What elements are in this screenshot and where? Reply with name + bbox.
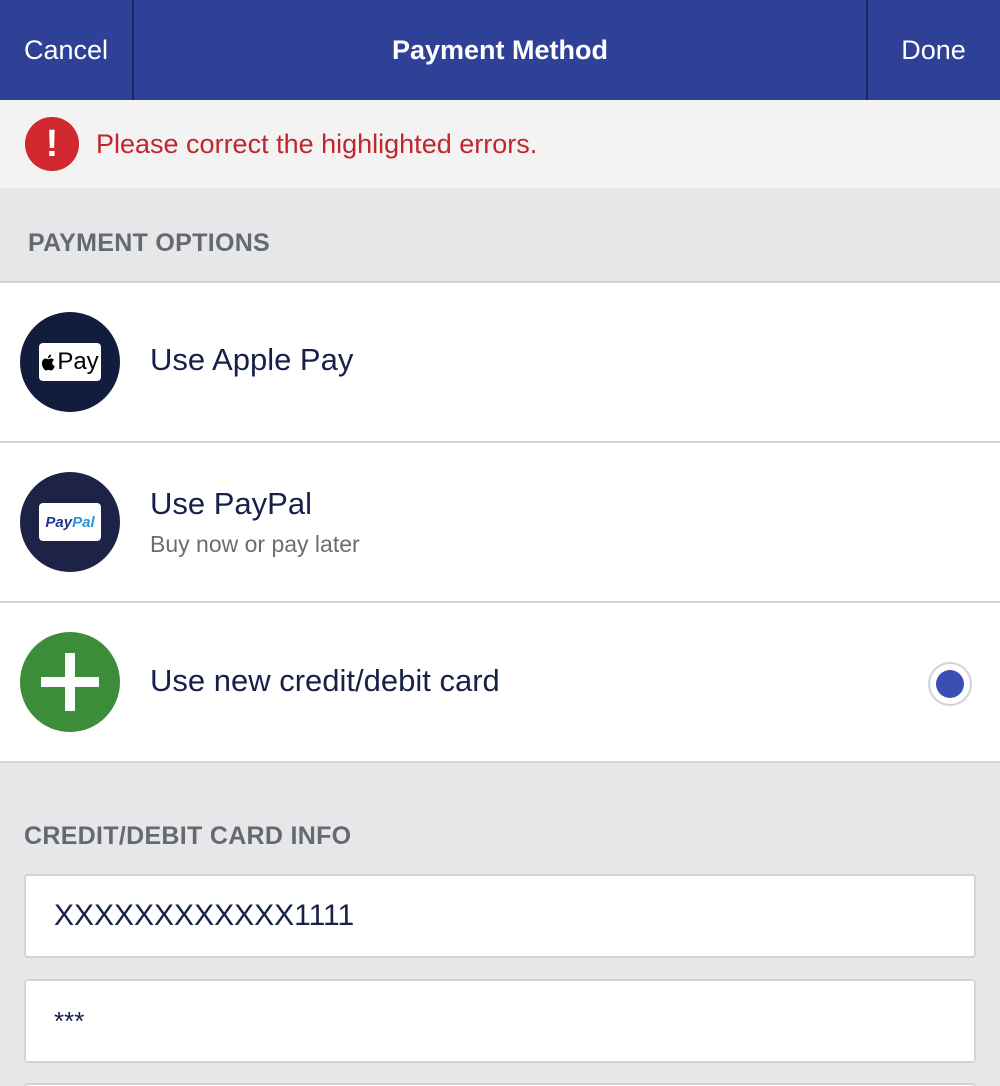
option-title: Use Apple Pay <box>150 342 354 377</box>
payment-options-list: Pay Use Apple Pay Pay Pal Use PayPal Buy … <box>0 281 1000 763</box>
payment-options-heading: PAYMENT OPTIONS <box>28 229 271 257</box>
apple-logo-icon <box>42 354 56 370</box>
card-info-heading: CREDIT/DEBIT CARD INFO <box>24 822 352 850</box>
plus-glyph <box>41 653 99 711</box>
error-message: Please correct the highlighted errors. <box>96 129 538 159</box>
error-icon: ! <box>25 117 79 171</box>
option-subtitle: Buy now or pay later <box>150 531 360 557</box>
plus-icon <box>20 632 120 732</box>
cvv-field[interactable] <box>24 979 976 1063</box>
apple-pay-icon: Pay <box>20 312 120 412</box>
paypal-badge: Pay Pal <box>39 503 101 541</box>
option-new-card[interactable]: Use new credit/debit card <box>0 603 1000 763</box>
option-title: Use new credit/debit card <box>150 663 500 698</box>
apple-pay-badge-text: Pay <box>57 348 99 375</box>
error-banner: ! Please correct the highlighted errors. <box>0 100 1000 188</box>
option-apple-pay[interactable]: Pay Use Apple Pay <box>0 283 1000 443</box>
card-number-field[interactable] <box>24 874 976 958</box>
radio-dot <box>936 670 964 698</box>
navigation-bar: Cancel Payment Method Done <box>0 0 1000 100</box>
done-button[interactable]: Done <box>867 0 1000 100</box>
page-title: Payment Method <box>391 34 609 65</box>
option-paypal[interactable]: Pay Pal Use PayPal Buy now or pay later <box>0 443 1000 603</box>
paypal-badge-text-pay: Pay <box>45 513 73 531</box>
radio-button-selected[interactable] <box>928 662 972 706</box>
paypal-badge-text-pal: Pal <box>72 513 95 531</box>
paypal-icon: Pay Pal <box>20 472 120 572</box>
apple-pay-badge: Pay <box>39 343 101 381</box>
cancel-button[interactable]: Cancel <box>0 0 132 100</box>
option-title: Use PayPal <box>150 486 312 521</box>
